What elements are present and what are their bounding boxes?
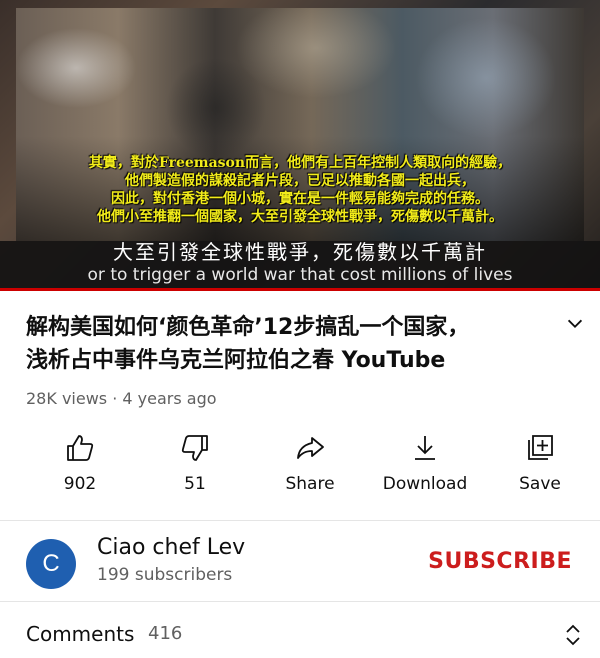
channel-name[interactable]: Ciao chef Lev (97, 535, 245, 560)
video-overlay-text: 其實，對於Freemason而言，他們有上百年控制人類取向的經驗， 他們製造假的… (20, 154, 580, 226)
overlay-line: 因此，對付香港一個小城，實在是一件輕易能夠完成的任務。 (111, 191, 489, 207)
channel-row[interactable]: C Ciao chef Lev 199 subscribers SUBSCRIB… (0, 521, 600, 601)
overlay-line: 他們小至推翻一個國家，大至引發全球性戰爭，死傷數以千萬計。 (97, 209, 503, 225)
video-title: 解构美国如何‘颜色革命’12步搞乱一个国家， 浅析占中事件乌克兰阿拉伯之春 Yo… (26, 311, 550, 377)
action-bar: 902 51 Share Download Save (0, 432, 600, 496)
subscribe-button[interactable]: SUBSCRIBE (428, 549, 572, 574)
comments-section[interactable]: Comments 416 (0, 602, 600, 654)
playlist-add-icon (528, 435, 553, 460)
chevron-down-icon[interactable] (564, 313, 586, 335)
save-button[interactable]: Save (500, 432, 580, 496)
subscriber-count: 199 subscribers (97, 565, 233, 585)
overlay-line: 他們製造假的謀殺記者片段，已足以推動各國一起出兵， (125, 173, 475, 189)
thumbs-up-icon (67, 435, 94, 461)
share-icon (297, 437, 324, 459)
title-section[interactable]: 解构美国如何‘颜色革命’12步搞乱一个国家， 浅析占中事件乌克兰阿拉伯之春 Yo… (0, 291, 600, 377)
video-meta: 28K views · 4 years ago (26, 389, 217, 408)
like-count: 902 (63, 474, 97, 494)
video-player[interactable]: 其實，對於Freemason而言，他們有上百年控制人類取向的經驗， 他們製造假的… (0, 0, 600, 291)
download-label: Download (382, 474, 468, 494)
title-line: 浅析占中事件乌克兰阿拉伯之春 YouTube (26, 348, 446, 373)
avatar[interactable]: C (26, 539, 76, 589)
comments-count: 416 (148, 623, 183, 644)
download-button[interactable]: Download (382, 432, 468, 496)
save-label: Save (519, 474, 561, 494)
subtitle-chinese: 大至引發全球性戰爭，死傷數以千萬計 (113, 240, 487, 264)
share-label: Share (285, 474, 335, 494)
download-icon (415, 436, 435, 460)
dislike-button[interactable]: 51 (155, 432, 235, 496)
comments-label: Comments (26, 622, 135, 646)
thumbs-down-icon (181, 435, 208, 461)
title-line: 解构美国如何‘颜色革命’12步搞乱一个国家， (26, 315, 470, 340)
subtitle-english: or to trigger a world war that cost mill… (87, 265, 513, 285)
like-button[interactable]: 902 (40, 432, 120, 496)
overlay-line: 其實，對於Freemason而言，他們有上百年控制人類取向的經驗， (88, 155, 512, 171)
expand-toggle-icon[interactable] (564, 622, 582, 648)
share-button[interactable]: Share (270, 432, 350, 496)
dislike-count: 51 (184, 474, 206, 494)
